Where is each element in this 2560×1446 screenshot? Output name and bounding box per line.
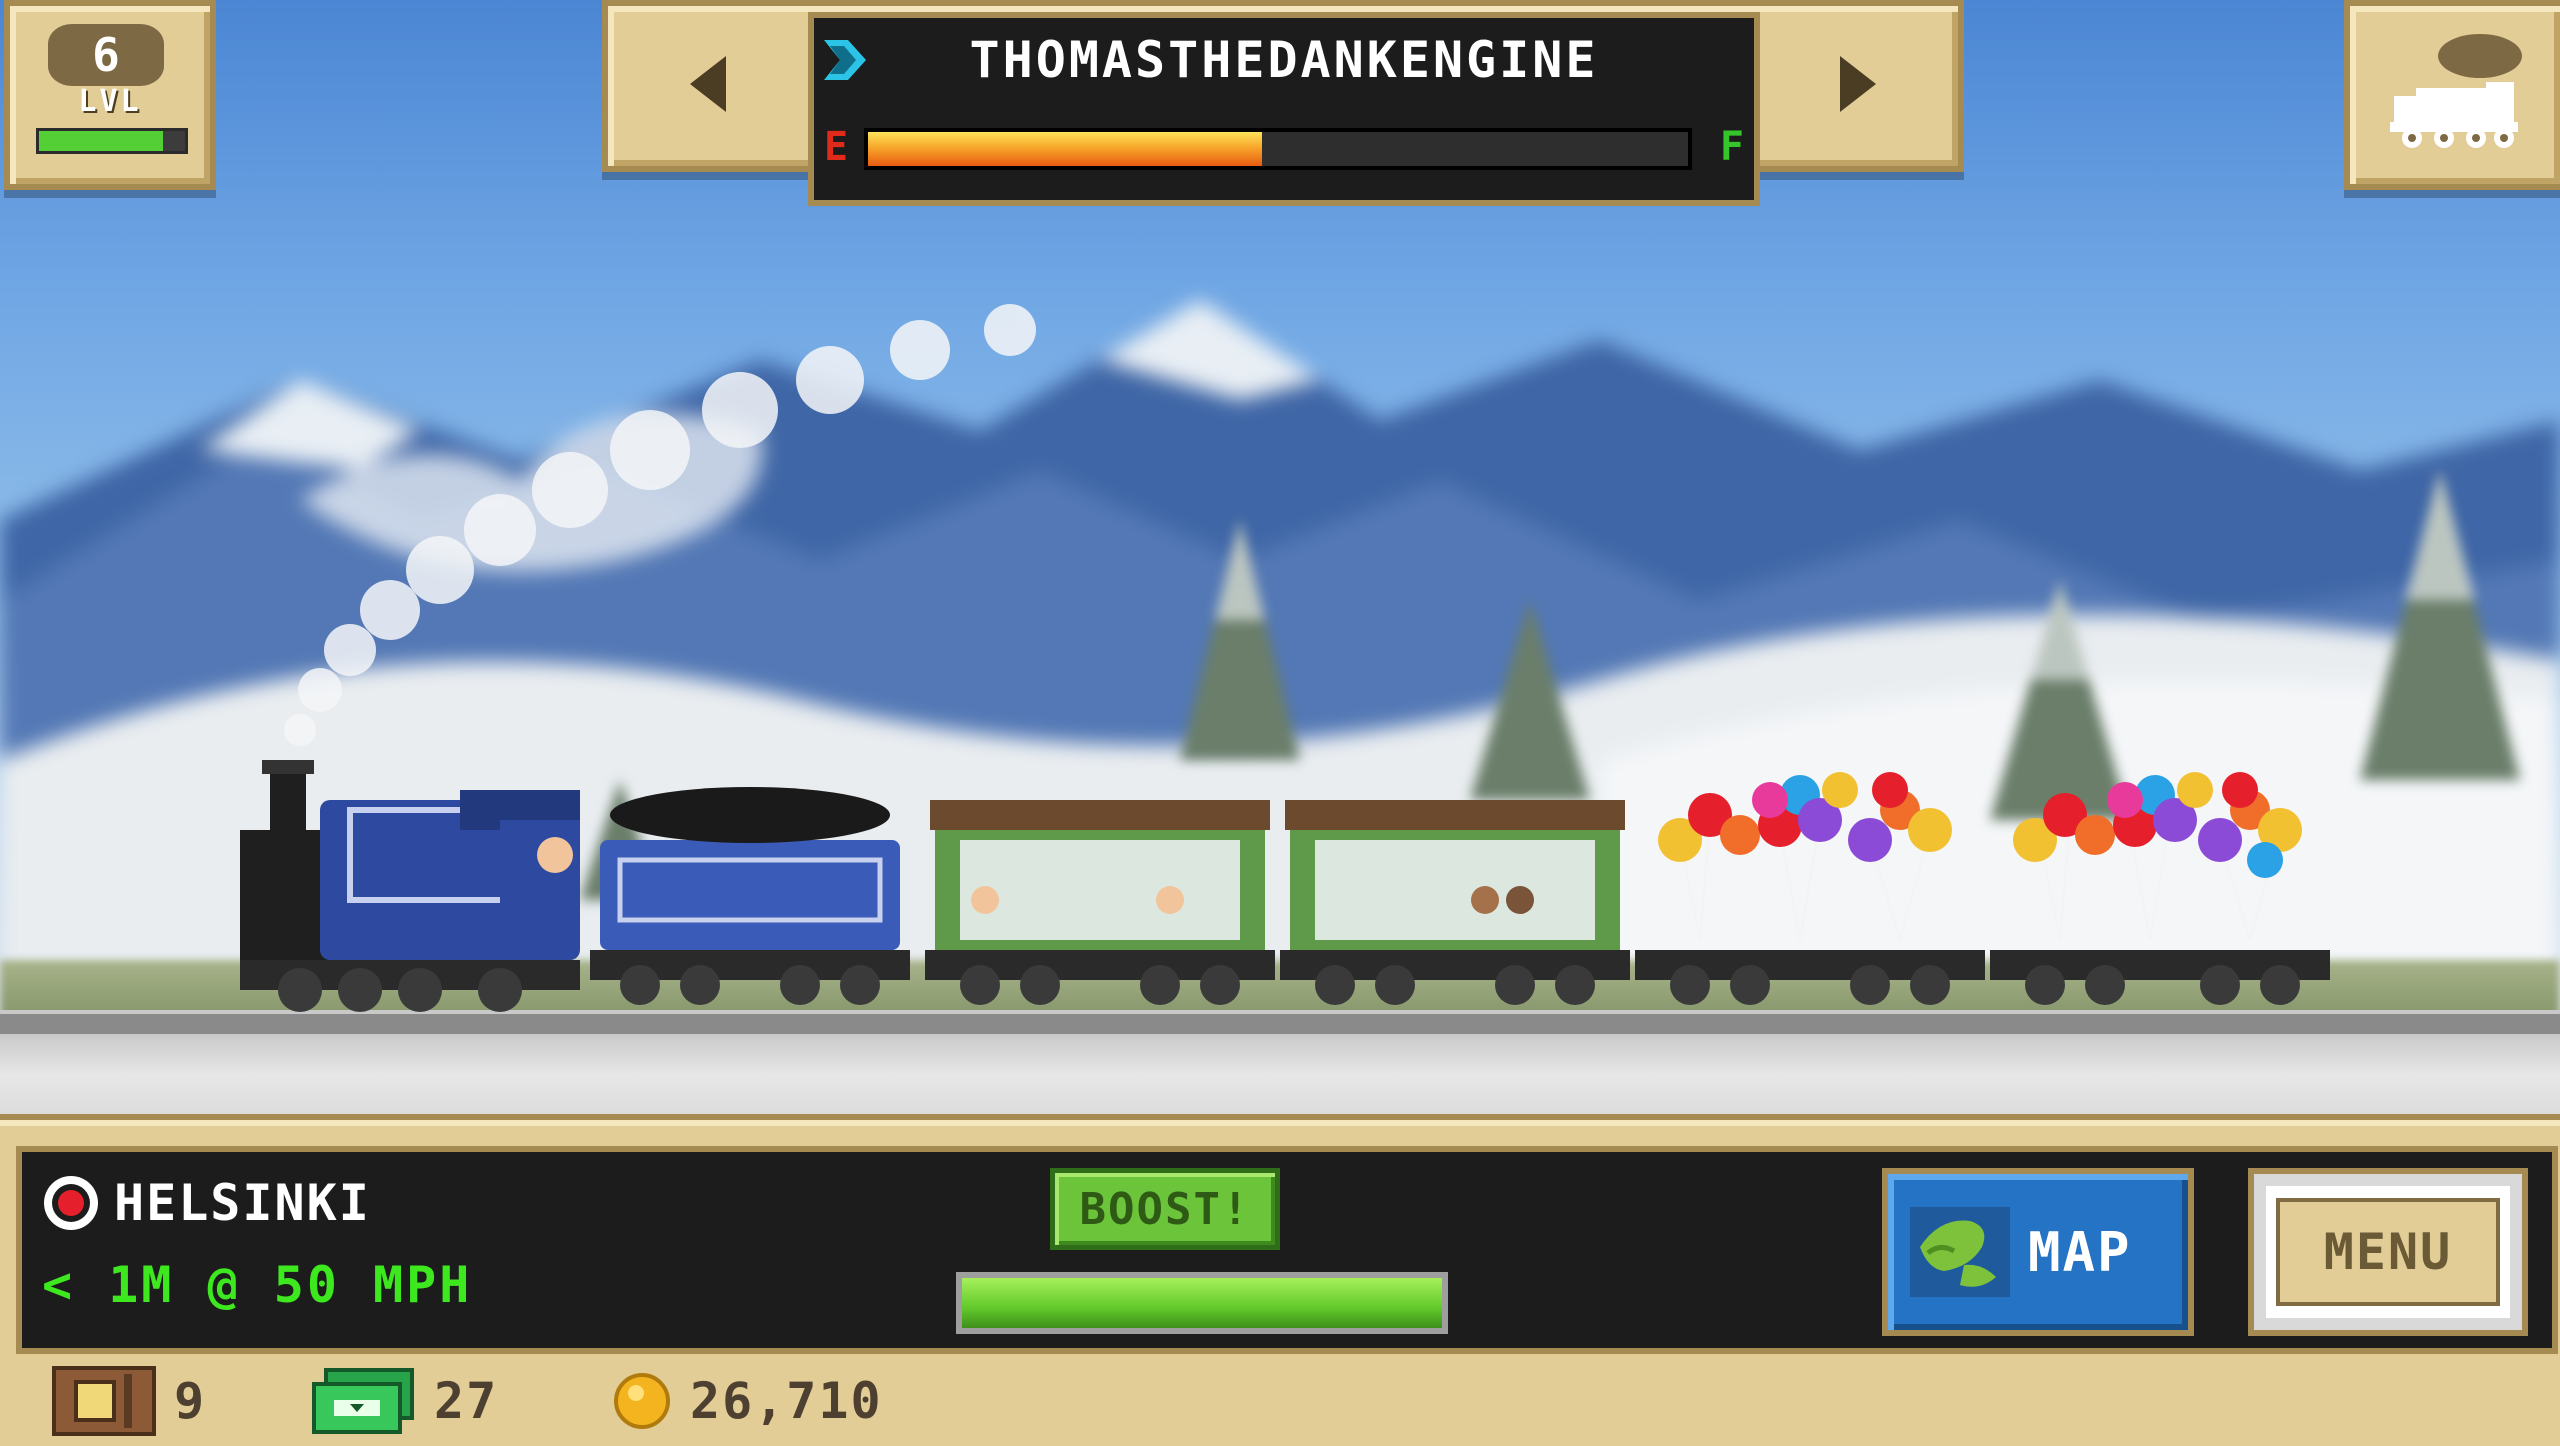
fuel-empty-label: E	[824, 124, 849, 170]
destination-row: HELSINKI	[42, 1168, 371, 1238]
boost-meter-fill	[962, 1278, 1442, 1328]
crates-count: 9	[174, 1372, 207, 1430]
passenger-car-2	[1280, 800, 1630, 1005]
status-panel: HELSINKI < 1M @ 50 MPH BOOST! MAP MENU	[16, 1146, 2558, 1354]
train-name-row: THOMASTHEDANKENGINE	[814, 18, 1754, 102]
steam-smoke	[284, 304, 1036, 746]
arrow-right-icon	[1840, 56, 1876, 112]
level-progress-bar	[36, 128, 188, 154]
fuel-full-label: F	[1719, 124, 1744, 170]
balloon-car-2	[1990, 772, 2330, 1005]
balloon-car-1	[1635, 772, 1985, 1005]
train-switcher: THOMASTHEDANKENGINE E F	[602, 0, 1964, 206]
level-badge-icon: 6	[48, 24, 164, 86]
menu-button[interactable]: MENU	[2248, 1168, 2528, 1336]
map-button[interactable]: MAP	[1882, 1168, 2194, 1336]
destination-name: HELSINKI	[114, 1174, 371, 1232]
crates-counter[interactable]: 9	[52, 1362, 206, 1440]
next-train-button[interactable]	[1768, 24, 1948, 144]
train-silhouette-icon	[2390, 34, 2522, 148]
previous-train-button[interactable]	[618, 24, 798, 144]
train-name: THOMASTHEDANKENGINE	[969, 31, 1599, 89]
bottom-hud: HELSINKI < 1M @ 50 MPH BOOST! MAP MENU 9…	[0, 1114, 2560, 1446]
crate-icon	[52, 1366, 156, 1436]
level-label: LVL	[78, 84, 142, 119]
map-icon	[1910, 1207, 2010, 1297]
distance-speed-readout: < 1M @ 50 MPH	[42, 1256, 473, 1314]
coin-icon	[614, 1373, 670, 1429]
passenger-car-1	[925, 800, 1275, 1005]
level-progress-fill	[39, 131, 164, 151]
locomotive	[240, 760, 580, 1012]
cash-counter[interactable]: 27	[312, 1362, 498, 1440]
engine-speed-icon	[818, 32, 876, 88]
train-info-box: THOMASTHEDANKENGINE E F	[808, 12, 1760, 206]
train-list-button[interactable]	[2344, 0, 2560, 190]
arrow-left-icon	[690, 56, 726, 112]
boost-button[interactable]: BOOST!	[1050, 1168, 1280, 1250]
coins-counter[interactable]: 26,710	[612, 1362, 883, 1440]
menu-label: MENU	[2323, 1223, 2453, 1281]
fuel-bar-fill	[868, 132, 1262, 166]
fuel-gauge: E F	[824, 116, 1744, 176]
menu-button-face: MENU	[2276, 1198, 2500, 1306]
boost-meter	[956, 1272, 1448, 1334]
currency-row: 9 27 26,710	[0, 1362, 2560, 1440]
map-label: MAP	[2028, 1220, 2132, 1284]
coal-tender	[590, 787, 910, 1005]
coins-count: 26,710	[690, 1372, 883, 1430]
cash-count: 27	[434, 1372, 499, 1430]
cash-icon	[312, 1368, 414, 1434]
level-value: 6	[92, 28, 120, 82]
fuel-bar	[864, 128, 1692, 170]
level-panel[interactable]: 6 LVL	[4, 0, 216, 190]
red-dot-icon	[44, 1176, 98, 1230]
